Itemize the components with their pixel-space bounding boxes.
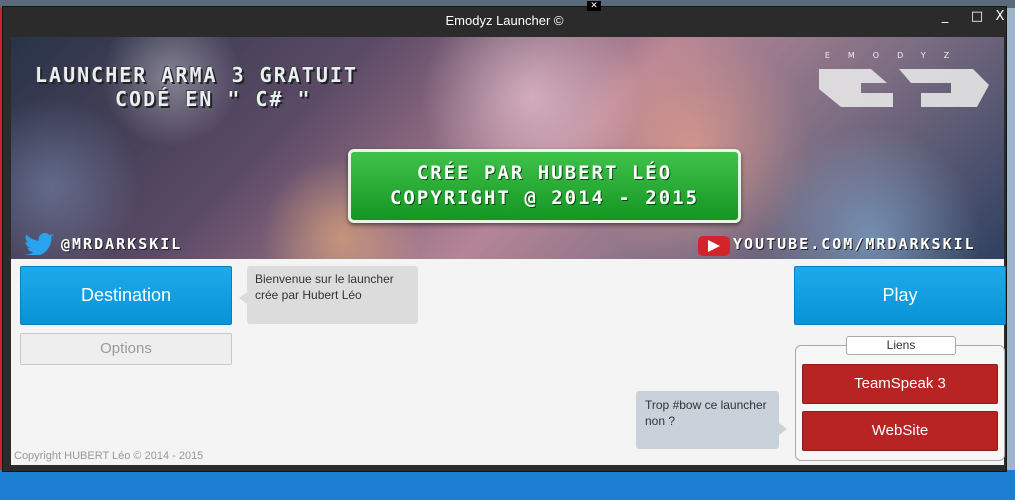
welcome-message: Bienvenue sur le launcher crée par Huber… — [239, 266, 418, 324]
titlebar-close-icon: ✕ — [587, 1, 601, 11]
launcher-content: LAUNCHER ARMA 3 GRATUIT CODÉ EN " C# " E… — [11, 37, 1006, 465]
destination-button[interactable]: Destination — [20, 266, 232, 325]
play-button[interactable]: Play — [794, 266, 1006, 325]
teamspeak-button[interactable]: TeamSpeak 3 — [802, 364, 998, 404]
twitter-icon — [24, 233, 54, 255]
options-button[interactable]: Options — [20, 333, 232, 365]
title-bar[interactable]: ✕ Emodyz Launcher © _ □ X — [3, 1, 1007, 35]
desktop-bottom-strip — [0, 470, 1015, 500]
youtube-icon — [698, 236, 730, 256]
emodyz-logo-icon — [801, 69, 989, 107]
minimize-button[interactable]: _ — [929, 9, 961, 27]
header-banner: LAUNCHER ARMA 3 GRATUIT CODÉ EN " C# " E… — [11, 37, 1004, 259]
links-group: Liens TeamSpeak 3 WebSite — [795, 336, 1005, 461]
links-label: Liens — [846, 336, 956, 355]
banner-title: LAUNCHER ARMA 3 GRATUIT — [35, 63, 358, 87]
youtube-url: YOUTUBE.COM/MRDARKSKIL — [733, 235, 976, 253]
tip-message: Trop #bow ce launcher non ? — [636, 391, 787, 449]
window-title: Emodyz Launcher © — [445, 13, 564, 28]
launcher-window: ✕ Emodyz Launcher © _ □ X LAUNCHER ARMA … — [2, 1, 1007, 472]
close-button[interactable]: X — [993, 9, 1007, 27]
website-button[interactable]: WebSite — [802, 411, 998, 451]
twitter-handle: @MRDARKSKIL — [61, 235, 183, 253]
footer-copyright: Copyright HUBERT Léo © 2014 - 2015 — [14, 450, 204, 462]
credit-box: CRÉE PAR HUBERT LÉO COPYRIGHT @ 2014 - 2… — [348, 149, 741, 223]
logo-letters: EMODYZ — [824, 51, 968, 60]
banner-subtitle: CODÉ EN " C# " — [115, 87, 312, 111]
credit-author: CRÉE PAR HUBERT LÉO — [416, 162, 673, 184]
credit-copyright: COPYRIGHT @ 2014 - 2015 — [389, 187, 700, 209]
maximize-button[interactable]: □ — [961, 9, 993, 27]
emodyz-logo: EMODYZ — [791, 51, 1001, 113]
